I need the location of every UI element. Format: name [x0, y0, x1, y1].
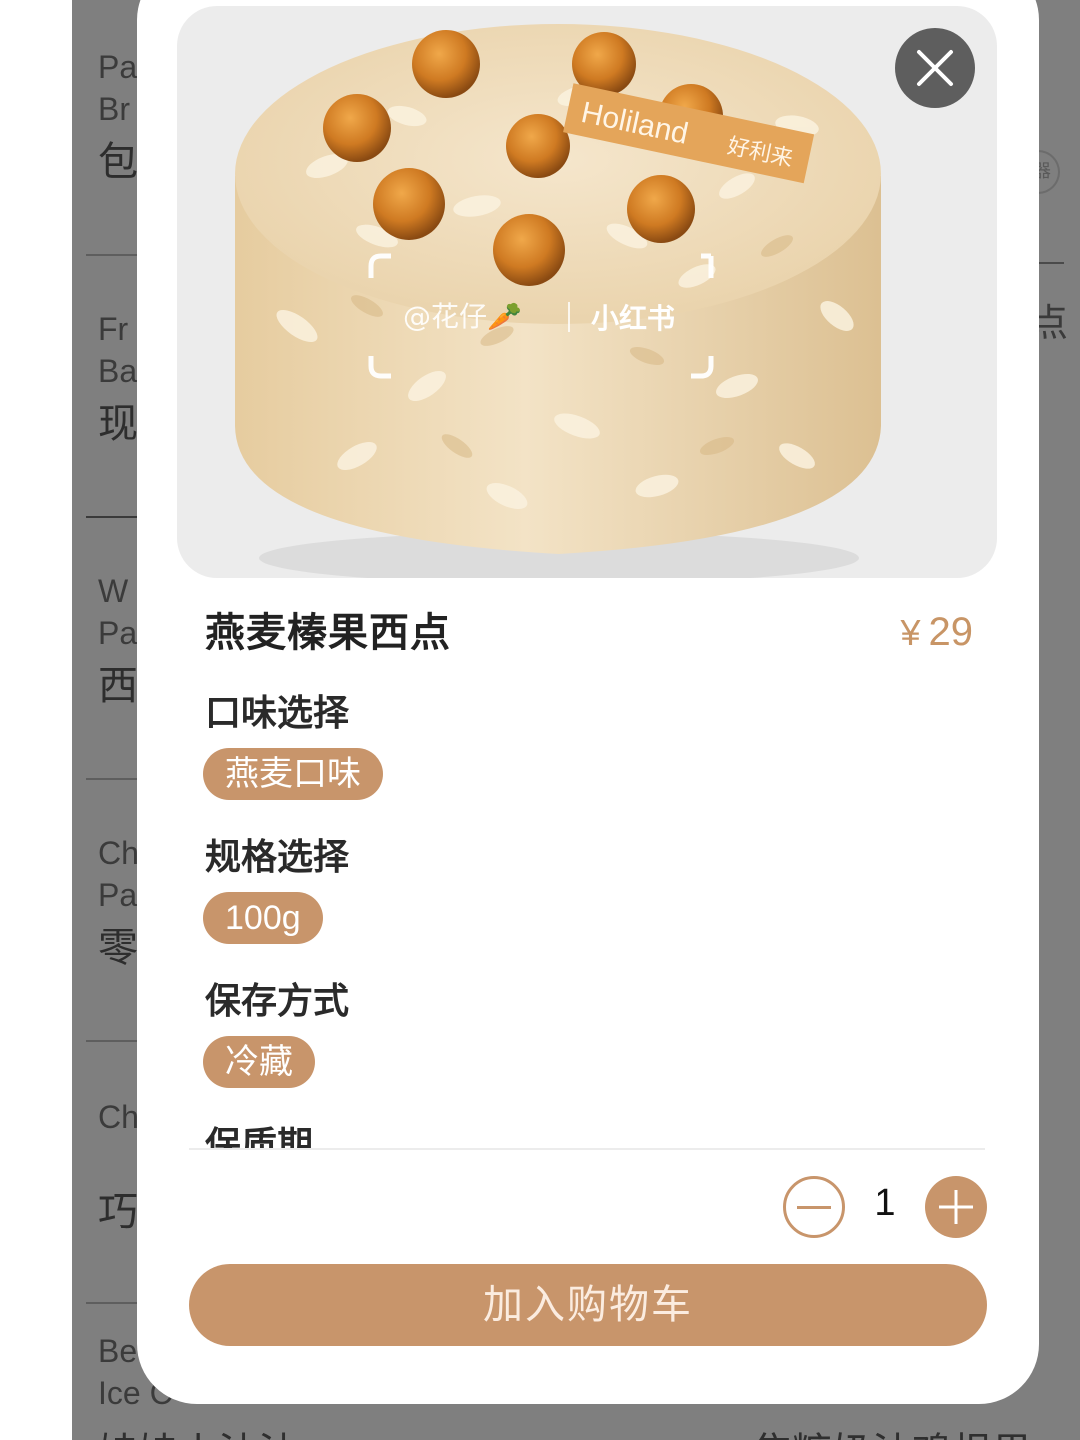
product-price: ¥29: [900, 610, 973, 655]
quantity-decrease-button[interactable]: [783, 1176, 845, 1238]
shelf-life-label: 保质期: [205, 1125, 314, 1148]
bg-bottom-left-text: 娃娃小油油: [98, 1420, 298, 1440]
size-option-chip[interactable]: 100g: [203, 892, 323, 944]
price-currency: ¥: [900, 612, 921, 653]
modal-scroll-area[interactable]: Holiland 好利来 @花仔🥕 小红书 燕麦榛果西点 ¥ 29 口味选择 燕…: [137, 0, 1039, 1148]
cake-illustration: Holiland 好利来 @花仔🥕 小红书: [235, 24, 881, 578]
quantity-value: 1: [874, 1182, 896, 1224]
quantity-increase-button[interactable]: [925, 1176, 987, 1238]
bottom-divider: [189, 1148, 985, 1150]
storage-label: 保存方式: [205, 981, 350, 1022]
storage-option-chip[interactable]: 冷藏: [203, 1036, 315, 1088]
flavor-option-chip[interactable]: 燕麦口味: [203, 748, 383, 800]
price-value: 29: [928, 610, 974, 654]
product-image: Holiland 好利来 @花仔🥕 小红书: [177, 6, 997, 578]
bg-bottom-right-text: 焦糖奶油鸡根果: [752, 1420, 1032, 1440]
product-name: 燕麦榛果西点: [205, 610, 451, 656]
close-icon: [917, 50, 953, 86]
watermark-app: 小红书: [591, 302, 675, 335]
minus-icon: [797, 1205, 831, 1209]
plus-icon: [939, 1190, 973, 1224]
close-button[interactable]: [895, 28, 975, 108]
flavor-label: 口味选择: [205, 693, 350, 734]
watermark-user: @花仔🥕: [403, 300, 522, 333]
product-detail-modal: Holiland 好利来 @花仔🥕 小红书 燕麦榛果西点 ¥ 29 口味选择 燕…: [137, 0, 1039, 1404]
add-to-cart-button[interactable]: 加入购物车: [189, 1264, 987, 1346]
size-label: 规格选择: [205, 837, 350, 878]
bg-category-en2: Ice C: [98, 1375, 173, 1411]
